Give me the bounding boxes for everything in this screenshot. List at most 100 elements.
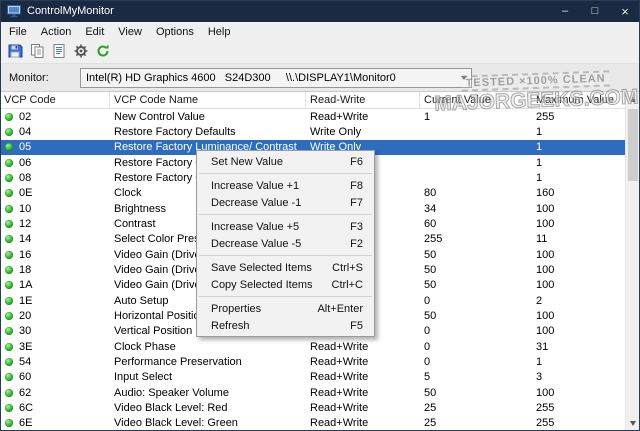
scroll-down-button[interactable] bbox=[626, 416, 640, 431]
read-write: Read+Write bbox=[306, 354, 420, 369]
refresh-icon bbox=[95, 43, 111, 62]
vcp-name: Performance Preservation bbox=[110, 354, 306, 369]
context-menu-item-copy-selected-items[interactable]: Copy Selected ItemsCtrl+C bbox=[197, 276, 374, 293]
save-button[interactable] bbox=[5, 42, 25, 62]
minimize-button[interactable]: – bbox=[550, 0, 580, 22]
status-led-icon bbox=[5, 404, 13, 412]
context-menu-item-save-selected-items[interactable]: Save Selected ItemsCtrl+S bbox=[197, 259, 374, 276]
close-button[interactable]: × bbox=[610, 0, 640, 22]
status-led-icon bbox=[5, 312, 13, 320]
maximum-value: 31 bbox=[532, 339, 625, 354]
title-bar: ControlMyMonitor – □ × bbox=[0, 0, 640, 22]
table-row[interactable]: 62 Audio: Speaker Volume Read+Write 50 1… bbox=[0, 385, 625, 400]
context-menu-label: Copy Selected Items bbox=[211, 279, 313, 291]
context-menu-label: Refresh bbox=[211, 320, 250, 332]
context-menu-shortcut: F7 bbox=[350, 197, 363, 209]
report-icon bbox=[51, 43, 67, 62]
vcp-name: Video Black Level: Green bbox=[110, 416, 306, 431]
menu-help[interactable]: Help bbox=[201, 24, 238, 40]
vcp-code: 08 bbox=[19, 172, 31, 184]
maximum-value: 160 bbox=[532, 186, 625, 201]
column-header-vcp-code-name[interactable]: VCP Code Name bbox=[110, 92, 306, 108]
current-value: 0 bbox=[420, 324, 532, 339]
maximum-value: 100 bbox=[532, 385, 625, 400]
refresh-button[interactable] bbox=[93, 42, 113, 62]
scrollbar-thumb[interactable] bbox=[628, 109, 638, 181]
status-led-icon bbox=[5, 358, 13, 366]
menu-edit[interactable]: Edit bbox=[78, 24, 111, 40]
context-menu-item-refresh[interactable]: RefreshF5 bbox=[197, 317, 374, 334]
vcp-code: 18 bbox=[19, 264, 31, 276]
table-row[interactable]: 54 Performance Preservation Read+Write 0… bbox=[0, 354, 625, 369]
scroll-up-button[interactable] bbox=[626, 92, 640, 107]
context-menu-item-increase-value-+5[interactable]: Increase Value +5F3 bbox=[197, 218, 374, 235]
context-menu-item-properties[interactable]: PropertiesAlt+Enter bbox=[197, 300, 374, 317]
maximize-button[interactable]: □ bbox=[580, 0, 610, 22]
window-title: ControlMyMonitor bbox=[27, 5, 550, 17]
maximum-value: 100 bbox=[532, 216, 625, 231]
current-value: 34 bbox=[420, 201, 532, 216]
context-menu-item-decrease-value-5[interactable]: Decrease Value -5 F2 bbox=[197, 235, 374, 252]
current-value: 1 bbox=[420, 109, 532, 124]
context-menu-shortcut: F6 bbox=[350, 156, 363, 168]
triangle-up-icon bbox=[630, 97, 636, 102]
status-led-icon bbox=[5, 281, 13, 289]
maximum-value: 1 bbox=[532, 140, 625, 155]
table-row[interactable]: 60 Input Select Read+Write 5 3 bbox=[0, 370, 625, 385]
copy-button[interactable] bbox=[27, 42, 47, 62]
column-header-read-write[interactable]: Read-Write bbox=[306, 92, 420, 108]
current-value: 80 bbox=[420, 186, 532, 201]
menu-bar: File Action Edit View Options Help bbox=[0, 22, 640, 41]
context-menu-shortcut: F8 bbox=[350, 180, 363, 192]
menu-options[interactable]: Options bbox=[149, 24, 201, 40]
maximum-value: 100 bbox=[532, 324, 625, 339]
column-header-vcp-code[interactable]: VCP Code bbox=[0, 92, 110, 108]
vcp-code: 1E bbox=[19, 295, 32, 307]
table-row[interactable]: 6C Video Black Level: Red Read+Write 25 … bbox=[0, 400, 625, 415]
status-led-icon bbox=[5, 174, 13, 182]
table-row[interactable]: 3E Clock Phase Read+Write 0 31 bbox=[0, 339, 625, 354]
menu-action[interactable]: Action bbox=[34, 24, 79, 40]
current-value: 50 bbox=[420, 262, 532, 277]
current-value: 25 bbox=[420, 400, 532, 415]
properties-button[interactable] bbox=[71, 42, 91, 62]
menu-file[interactable]: File bbox=[2, 24, 34, 40]
context-menu-shortcut: Alt+Enter bbox=[317, 303, 363, 315]
read-write: Read+Write bbox=[306, 109, 420, 124]
vcp-code: 05 bbox=[19, 141, 31, 153]
vcp-code: 04 bbox=[19, 126, 31, 138]
current-value: 50 bbox=[420, 247, 532, 262]
vcp-code: 02 bbox=[19, 111, 31, 123]
monitor-select-value: Intel(R) HD Graphics 4600 S24D300 \\.\DI… bbox=[81, 72, 457, 84]
context-menu-item-set-new-value[interactable]: Set New ValueF6 bbox=[197, 153, 374, 170]
report-button[interactable] bbox=[49, 42, 69, 62]
vcp-code: 54 bbox=[19, 356, 31, 368]
context-menu: Set New ValueF6Increase Value +1F8Decrea… bbox=[196, 150, 375, 337]
context-menu-item-decrease-value-1[interactable]: Decrease Value -1F7 bbox=[197, 194, 374, 211]
context-menu-shortcut: Ctrl+S bbox=[332, 262, 363, 274]
vcp-code: 6E bbox=[19, 417, 32, 429]
column-header-maximum-value[interactable]: Maximum Value bbox=[532, 92, 625, 108]
context-menu-separator bbox=[199, 173, 372, 174]
context-menu-separator bbox=[199, 296, 372, 297]
app-window: ControlMyMonitor – □ × File Action Edit … bbox=[0, 0, 640, 431]
vertical-scrollbar[interactable] bbox=[625, 92, 640, 431]
context-menu-shortcut: F2 bbox=[350, 238, 363, 250]
current-value: 0 bbox=[420, 293, 532, 308]
table-row[interactable]: 02 New Control Value Read+Write 1 255 bbox=[0, 109, 625, 124]
context-menu-label: Increase Value +5 bbox=[211, 221, 299, 233]
status-led-icon bbox=[5, 419, 13, 427]
read-write: Read+Write bbox=[306, 400, 420, 415]
toolbar bbox=[0, 41, 640, 64]
table-row[interactable]: 04 Restore Factory Defaults Write Only 1 bbox=[0, 124, 625, 139]
table-row[interactable]: 6E Video Black Level: Green Read+Write 2… bbox=[0, 416, 625, 431]
menu-view[interactable]: View bbox=[111, 24, 149, 40]
current-value bbox=[420, 140, 532, 155]
column-header-current-value[interactable]: Current Value bbox=[420, 92, 532, 108]
monitor-select[interactable]: Intel(R) HD Graphics 4600 S24D300 \\.\DI… bbox=[80, 68, 472, 88]
status-led-icon bbox=[5, 113, 13, 121]
context-menu-item-increase-value-+1[interactable]: Increase Value +1F8 bbox=[197, 177, 374, 194]
context-menu-label: Decrease Value -5 bbox=[211, 238, 301, 250]
current-value: 5 bbox=[420, 370, 532, 385]
context-menu-separator bbox=[199, 255, 372, 256]
